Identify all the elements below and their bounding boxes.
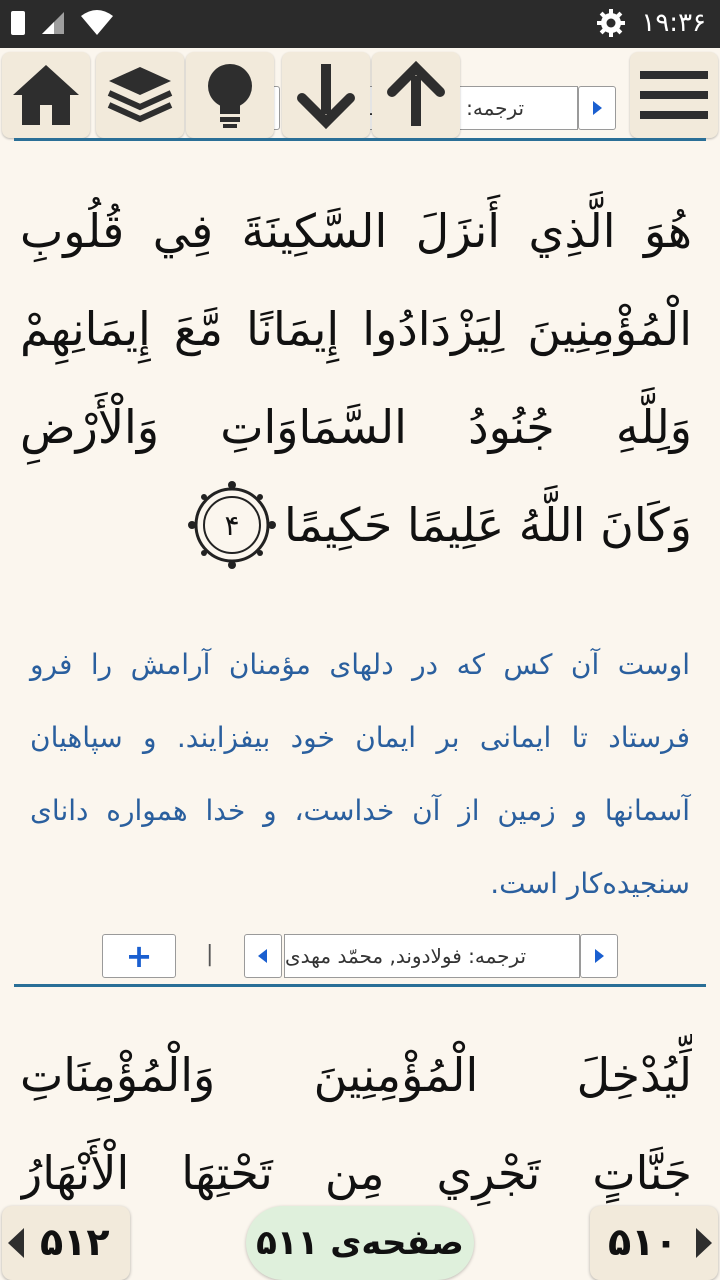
ayah-number: ۴ [225,509,240,542]
arrow-up-icon [387,60,445,126]
toolbar-next-translation-button[interactable] [578,86,616,130]
status-right: ۱۹:۳۶ [597,8,706,38]
translation-control-row: ترجمه: فولادوند, محمّد مهدی | + [102,934,618,978]
chevron-right-icon [696,1228,712,1258]
verse-4-line-4: ۴ وَكَانَ اللَّهُ عَلِيمًا حَكِيمًا [20,476,692,574]
settings-gear-icon [597,9,626,37]
triangle-left-icon [258,949,267,963]
ayah-number-marker: ۴ [186,479,278,571]
verse-4-line-1: هُوَ الَّذِي أَنزَلَ السَّكِينَةَ فِي قُ… [20,204,692,258]
verse-4-translation: اوست آن کس که در دلهای مؤمنان آرامش را ف… [30,648,690,900]
separator: | [206,942,214,967]
ayah-ornament-icon: ۴ [188,481,277,569]
signal-icon [42,12,64,34]
verse-4-line-4-text: وَكَانَ اللَّهُ عَلِيمًا حَكِيمًا [284,498,692,552]
status-time: ۱۹:۳۶ [641,8,706,38]
lightbulb-icon [208,64,252,128]
prev-page-number: ۵۱۲ [40,1220,110,1264]
hint-lightbulb-button[interactable] [186,52,274,138]
verse-5-line-1: لِّيُدْخِلَ الْمُؤْمِنِينَ وَالْمُؤْمِنَ… [20,1048,692,1102]
verse-4-arabic: هُوَ الَّذِي أَنزَلَ السَّكِينَةَ فِي قُ… [20,182,692,574]
scroll-up-button[interactable] [372,52,460,138]
menu-button[interactable] [630,52,718,138]
wifi-icon [81,10,113,35]
status-left-icons [10,10,114,36]
home-button[interactable] [2,52,90,138]
scroll-down-button[interactable] [282,52,370,138]
toolbar: ترجمه: فولادوند, محمّد مهدی [0,48,720,140]
next-page-number: ۵۱۰ [608,1220,678,1264]
arrow-down-icon [297,64,355,130]
verse-divider [14,984,706,987]
current-page-indicator[interactable]: صفحه‌ی ۵۱۱ [246,1206,474,1280]
triangle-right-icon [595,949,604,963]
chevron-left-icon [8,1228,24,1258]
verse-4-line-3: وَلِلَّهِ جُنُودُ السَّمَاوَاتِ وَالْأَر… [20,400,692,454]
prev-translation-button[interactable] [244,934,282,978]
next-translation-button[interactable] [580,934,618,978]
hamburger-menu-icon [640,71,708,119]
translation-selector[interactable]: ترجمه: فولادوند, محمّد مهدی [284,934,580,978]
status-bar: ۱۹:۳۶ [0,0,720,48]
triangle-right-icon [593,101,602,115]
add-translation-button[interactable]: + [102,934,176,978]
verse-divider-top [14,138,706,141]
layers-icon [107,67,173,123]
layers-button[interactable] [96,52,184,138]
home-icon [13,65,79,125]
next-page-button[interactable]: ۵۱۰ [590,1206,718,1280]
prev-page-button[interactable]: ۵۱۲ [2,1206,130,1280]
verse-4-line-2: الْمُؤْمِنِينَ لِيَزْدَادُوا إِيمَانًا م… [20,302,692,356]
sim-card-icon [11,11,25,35]
verse-5-arabic: لِّيُدْخِلَ الْمُؤْمِنِينَ وَالْمُؤْمِنَ… [20,1026,692,1222]
